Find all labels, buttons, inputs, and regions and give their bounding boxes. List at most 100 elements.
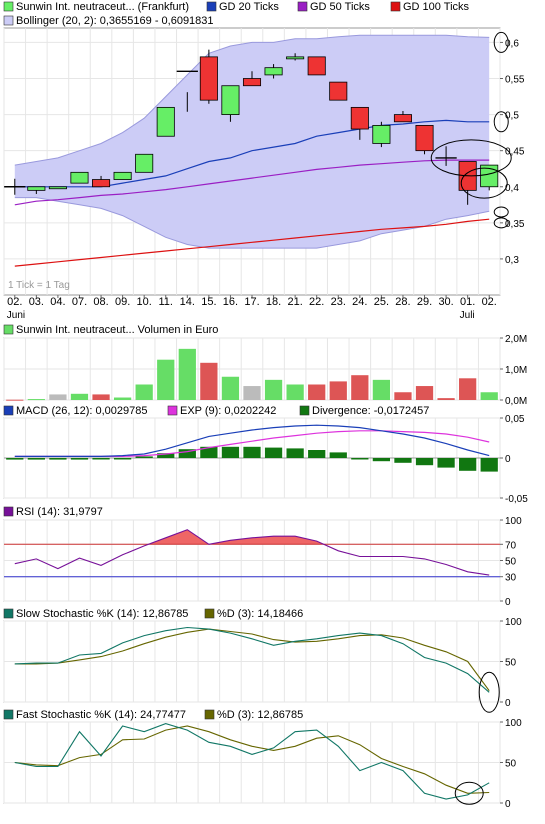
y-tick-label: 50 (505, 759, 517, 770)
divergence-bar (92, 458, 110, 460)
x-tick-label: 02. (7, 296, 22, 308)
volume-bar (113, 397, 132, 400)
x-tick-label: 24. (352, 296, 367, 308)
legend-rsi: RSI (14): 31,9797 (16, 506, 103, 518)
divergence-bar (394, 458, 412, 463)
legend-macd: MACD (26, 12): 0,0029785 (16, 405, 147, 417)
divergence-bar (480, 458, 498, 472)
y-tick-label: 0 (505, 698, 511, 709)
legend-fast-k: Fast Stochastic %K (14): 24,77477 (16, 709, 186, 721)
volume-bar (372, 379, 391, 400)
y-tick-label: -0,05 (505, 494, 528, 505)
legend-main-title: Sunwin Int. neutraceut... (Frankfurt) (16, 1, 189, 13)
legend-swatch-gd100 (390, 1, 401, 12)
legend-fast-d: %D (3): 12,86785 (217, 709, 303, 721)
legend-swatch-gd50 (297, 1, 308, 12)
candle-body (372, 125, 391, 144)
y-tick-label: 0,3 (505, 255, 519, 266)
candle-body (221, 85, 240, 115)
x-tick-label: 21. (287, 296, 302, 308)
divergence-bar (459, 458, 477, 471)
legend-bollinger: Bollinger (20, 2): 0,3655169 - 0,6091831 (16, 15, 214, 27)
legend-divergence: Divergence: -0,0172457 (312, 405, 429, 417)
divergence-bar (135, 456, 153, 458)
x-tick-label: 17. (244, 296, 259, 308)
divergence-bar (286, 448, 304, 458)
legend-volume: Sunwin Int. neutraceut... Volumen in Eur… (16, 324, 218, 336)
x-tick-label: 18. (266, 296, 281, 308)
legend-gd50: GD 50 Ticks (310, 1, 370, 13)
x-tick-label: 01. (460, 296, 475, 308)
y-tick-label: 0 (505, 454, 511, 465)
volume-bar (157, 359, 175, 400)
y-tick-label: 1,0M (505, 365, 527, 376)
divergence-bar (70, 458, 89, 460)
divergence-bar (372, 458, 391, 462)
divergence-bar (437, 458, 455, 468)
x-tick-label: 29. (417, 296, 432, 308)
volume-bar (329, 381, 347, 400)
y-tick-label: 0 (505, 597, 511, 608)
divergence-bar (49, 458, 67, 460)
x-tick-label: 10. (137, 296, 152, 308)
volume-bar (135, 384, 153, 400)
legend-swatch-bollinger (3, 15, 14, 26)
legend-slow-k: Slow Stochastic %K (14): 12,86785 (16, 608, 188, 620)
x-tick-label: 23. (331, 296, 346, 308)
volume-bar (394, 392, 412, 400)
y-tick-label: 50 (505, 557, 517, 568)
legend-swatch-exp (167, 405, 178, 416)
legend-gd100: GD 100 Ticks (403, 1, 470, 13)
y-tick-label: 0,45 (505, 147, 525, 158)
candle-body (393, 114, 412, 123)
volume-bar (221, 376, 240, 400)
legend-gd20: GD 20 Ticks (219, 1, 279, 13)
volume-bar (49, 394, 67, 400)
volume-bar (308, 384, 326, 400)
volume-bar (6, 399, 24, 401)
y-tick-label: 2,0M (505, 334, 527, 345)
x-tick-label: 16. (223, 296, 238, 308)
volume-bar (264, 379, 283, 400)
x-tick-label: 09. (115, 296, 130, 308)
x-month-label: Juni (7, 310, 25, 321)
x-tick-label: 03. (29, 296, 44, 308)
x-tick-label: 14. (180, 296, 195, 308)
x-tick-label: 08. (93, 296, 108, 308)
x-tick-label: 25. (374, 296, 389, 308)
volume-bar (480, 392, 498, 400)
candle-body (48, 186, 67, 190)
legend-swatch-volume (3, 324, 14, 335)
divergence-bar (243, 446, 261, 458)
tick-note: 1 Tick = 1 Tag (8, 280, 70, 291)
candle-body (307, 56, 326, 76)
x-tick-label: 02. (482, 296, 497, 308)
y-tick-label: 100 (505, 516, 522, 527)
volume-bar (351, 375, 369, 400)
y-tick-label: 100 (505, 617, 522, 628)
volume-bar (92, 394, 110, 400)
divergence-bar (308, 450, 326, 458)
y-tick-label: 0,0M (505, 396, 527, 407)
divergence-bar (113, 458, 132, 460)
x-month-label: Juli (460, 310, 475, 321)
candle-body (264, 67, 283, 76)
y-tick-label: 0,05 (505, 414, 525, 425)
candle-body (156, 106, 175, 137)
legend-swatch-gd20 (206, 1, 217, 12)
y-tick-label: 70 (505, 540, 517, 551)
volume-bar (286, 384, 304, 400)
y-tick-label: 30 (505, 573, 517, 584)
volume-bar (27, 399, 45, 401)
candle-body (70, 171, 89, 184)
candle-body (286, 56, 305, 60)
candle-body (329, 81, 348, 101)
candle-body (350, 106, 369, 130)
legend-swatch-rsi (3, 506, 14, 517)
y-tick-label: 0,55 (505, 75, 525, 86)
divergence-bar (351, 458, 369, 460)
volume-bar (415, 386, 434, 400)
candle-body (135, 153, 154, 173)
x-tick-label: 28. (395, 296, 410, 308)
legend-swatch-price (3, 1, 14, 12)
